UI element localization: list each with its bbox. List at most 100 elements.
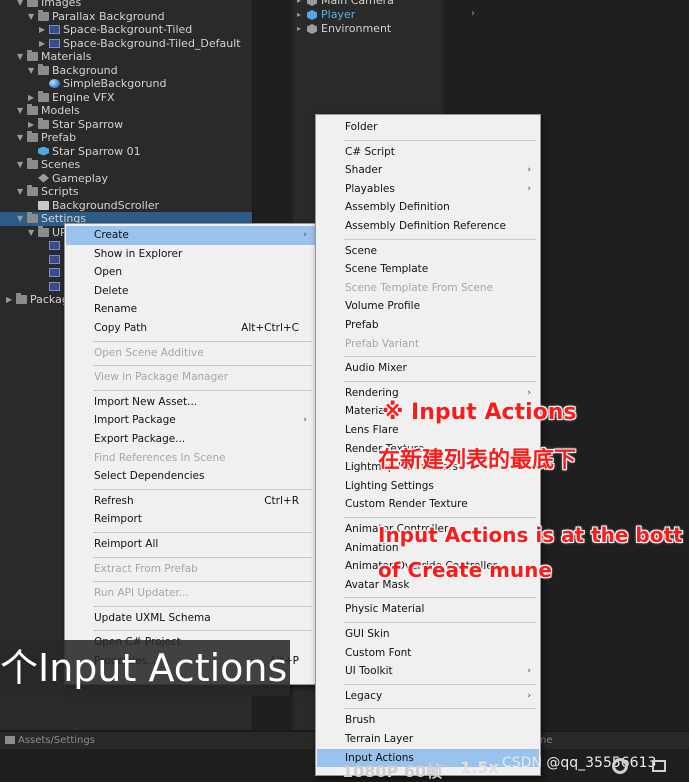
tree-row-materials[interactable]: ▼ Materials [0, 50, 252, 64]
caret-right-icon[interactable]: ▸ [297, 22, 301, 36]
tree-row-prefab[interactable]: ▼ Prefab [0, 131, 252, 145]
caret-down-icon[interactable]: ▼ [17, 185, 27, 199]
menu-item-shader[interactable]: Shader › [317, 161, 539, 180]
caret-down-icon[interactable]: ▼ [17, 131, 27, 145]
quality-selector[interactable]: 1080P 60帧 [342, 758, 442, 782]
material-icon [49, 79, 60, 88]
menu-item-audio-mixer[interactable]: Audio Mixer [317, 359, 539, 378]
menu-item-c-script[interactable]: C# Script [317, 143, 539, 162]
caret-right-icon[interactable]: ▸ [297, 0, 301, 8]
tree-row-space-backgrount-tiled[interactable]: ▶ Space-Backgrount-Tiled [0, 23, 252, 37]
caret-down-icon[interactable]: ▼ [17, 0, 27, 10]
menu-item-export-package[interactable]: Export Package... [66, 430, 315, 449]
menu-item-label: Custom Render Texture [345, 498, 468, 511]
caret-down-icon[interactable]: ▼ [28, 64, 38, 78]
menu-separator [344, 622, 536, 623]
caret-down-icon[interactable]: ▼ [28, 226, 38, 240]
caret-down-icon[interactable]: ▼ [17, 50, 27, 64]
tree-row-label: Star Sparrow [52, 117, 124, 131]
folder-icon [27, 131, 38, 142]
tree-row-backgroundscroller[interactable]: BackgroundScroller [0, 199, 252, 213]
menu-item-label: Lens Flare [345, 424, 399, 436]
menu-item-volume-profile[interactable]: Volume Profile [317, 297, 539, 316]
menu-separator [93, 532, 312, 533]
menu-item-reimport[interactable]: Reimport [66, 510, 315, 529]
menu-item-physic-material[interactable]: Physic Material [317, 600, 539, 619]
menu-item-label: Import Package [94, 414, 176, 427]
tree-row-label: Star Sparrow 01 [52, 144, 141, 158]
tree-row-models[interactable]: ▼ Models [0, 104, 252, 118]
menu-item-copy-path[interactable]: Copy Path Alt+Ctrl+C [66, 319, 315, 338]
caret-down-icon[interactable]: ▼ [17, 104, 27, 118]
tree-row-parallax-background[interactable]: ▼ Parallax Background [0, 9, 252, 24]
tree-row-star-sparrow-01[interactable]: Star Sparrow 01 [0, 145, 252, 159]
fullscreen-icon[interactable] [652, 760, 666, 772]
menu-item-label: Scene [345, 244, 378, 257]
caret-down-icon[interactable]: ▼ [17, 212, 27, 226]
menu-item-terrain-layer[interactable]: Terrain Layer [317, 730, 539, 749]
menu-item-label: Terrain Layer [345, 733, 414, 745]
caret-right-icon[interactable]: ▶ [39, 23, 49, 37]
menu-item-label: Volume Profile [345, 300, 421, 313]
menu-item-import-package[interactable]: Import Package › [66, 411, 315, 430]
menu-item-label: Export Package... [94, 433, 186, 445]
menu-item-update-uxml-schema[interactable]: Update UXML Schema [66, 609, 315, 628]
hierarchy-item-environment[interactable]: ▸ Environment [293, 22, 443, 36]
menu-item-custom-render-texture[interactable]: Custom Render Texture [317, 495, 539, 514]
tree-row-images[interactable]: ▼ Images [0, 0, 252, 10]
menu-separator [344, 139, 536, 141]
caret-down-icon[interactable]: ▼ [17, 158, 27, 172]
settings-icon[interactable] [612, 758, 628, 774]
menu-item-custom-font[interactable]: Custom Font [317, 644, 539, 663]
menu-item-folder[interactable]: Folder [317, 118, 539, 137]
menu-item-rename[interactable]: Rename [66, 300, 315, 319]
menu-item-ui-toolkit[interactable]: UI Toolkit › [317, 662, 539, 681]
caret-right-icon[interactable]: ▸ [297, 8, 301, 22]
menu-item-legacy[interactable]: Legacy › [317, 687, 539, 706]
caret-right-icon[interactable]: ▶ [6, 293, 16, 307]
menu-item-create[interactable]: Create › [66, 226, 315, 245]
menu-item-gui-skin[interactable]: GUI Skin [317, 625, 539, 644]
caret-right-icon[interactable]: ▶ [28, 118, 38, 132]
tree-row-scripts[interactable]: ▼ Scripts [0, 185, 252, 199]
caret-right-icon[interactable]: ▶ [39, 37, 49, 51]
chevron-right-icon[interactable]: › [471, 8, 475, 19]
menu-item-assembly-definition[interactable]: Assembly Definition [317, 198, 539, 217]
folder-icon [16, 293, 27, 304]
menu-item-label: C# Script [345, 145, 395, 158]
menu-item-import-new-asset[interactable]: Import New Asset... [66, 393, 315, 412]
tree-row-gameplay[interactable]: Gameplay [0, 172, 252, 186]
menu-item-scene[interactable]: Scene [317, 242, 539, 261]
hierarchy-item-main-camera[interactable]: ▸ Main Camera [293, 0, 443, 8]
menu-item-brush[interactable]: Brush [317, 711, 539, 730]
menu-item-lighting-settings[interactable]: Lighting Settings [317, 477, 539, 496]
menu-item-reimport-all[interactable]: Reimport All [66, 535, 315, 554]
menu-item-scene-template[interactable]: Scene Template [317, 260, 539, 279]
tree-row-label: Packag [30, 293, 69, 306]
caret-down-icon[interactable]: ▼ [28, 10, 38, 24]
tree-row-scenes[interactable]: ▼ Scenes [0, 158, 252, 172]
tree-row-simplebackgorund[interactable]: SimpleBackgorund [0, 77, 252, 91]
footer-path[interactable]: Assets/Settings [18, 732, 95, 749]
tree-row-star-sparrow[interactable]: ▶ Star Sparrow [0, 117, 252, 132]
menu-item-playables[interactable]: Playables › [317, 180, 539, 199]
menu-item-prefab[interactable]: Prefab [317, 316, 539, 335]
folder-icon [38, 9, 49, 21]
annotation-line-3: Input Actions is at the bott [378, 523, 683, 547]
menu-item-assembly-definition-reference[interactable]: Assembly Definition Reference [317, 217, 539, 236]
tree-row-label: Prefab [41, 131, 77, 144]
tree-row-engine-vfx[interactable]: ▶ Engine VFX [0, 90, 252, 105]
menu-item-show-in-explorer[interactable]: Show in Explorer [66, 245, 315, 264]
folder-icon [27, 104, 38, 115]
caret-right-icon[interactable]: ▶ [28, 91, 38, 105]
menu-item-select-dependencies[interactable]: Select Dependencies [66, 467, 315, 486]
speed-selector[interactable]: 1.5x [460, 758, 499, 777]
hierarchy-item-label: Player [321, 8, 356, 21]
tree-row-background[interactable]: ▼ Background [0, 63, 252, 78]
tree-row-space-background-tiled-default[interactable]: ▶ Space-Background-Tiled_Default [0, 37, 252, 51]
menu-item-delete[interactable]: Delete [66, 282, 315, 301]
hierarchy-item-player[interactable]: ▸ Player [293, 8, 443, 22]
menu-item-open[interactable]: Open [66, 263, 315, 282]
menu-item-refresh[interactable]: Refresh Ctrl+R [66, 492, 315, 511]
tree-row-label: Engine VFX [52, 90, 115, 104]
